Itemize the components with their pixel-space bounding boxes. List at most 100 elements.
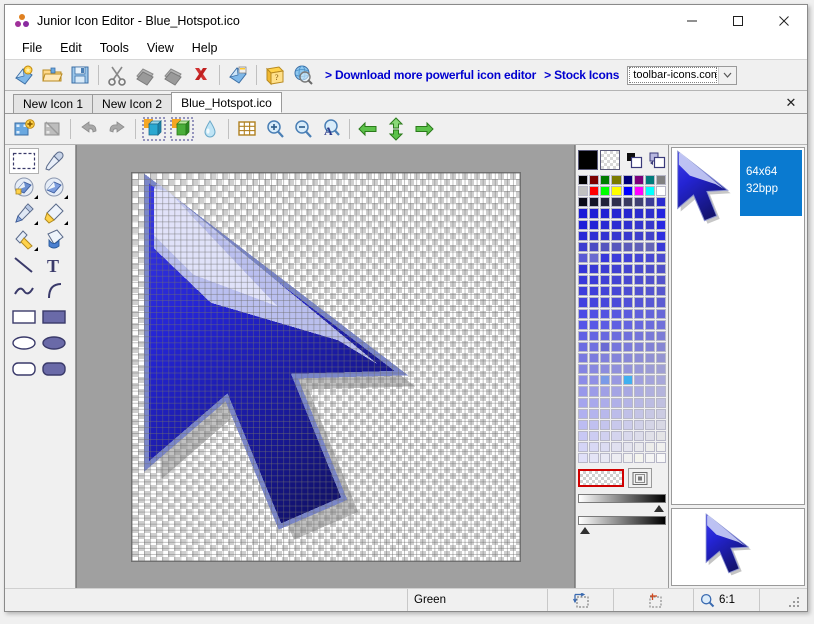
palette-color-111[interactable] (655, 319, 666, 330)
palette-color-42[interactable] (600, 230, 611, 241)
palette-color-121[interactable] (589, 341, 600, 352)
canvas-area[interactable] (76, 145, 575, 588)
palette-color-145[interactable] (589, 375, 600, 386)
palette-color-74[interactable] (600, 275, 611, 286)
palette-color-205[interactable] (633, 453, 644, 464)
palette-color-23[interactable] (655, 197, 666, 208)
palette-color-27[interactable] (611, 208, 622, 219)
palette-color-169[interactable] (589, 408, 600, 419)
palette-color-53[interactable] (633, 241, 644, 252)
close-button[interactable] (761, 5, 807, 37)
palette-color-71[interactable] (655, 264, 666, 275)
tool-ellipse-filled[interactable] (39, 330, 69, 356)
palette-color-107[interactable] (611, 319, 622, 330)
undo-button[interactable] (75, 116, 103, 142)
palette-color-160[interactable] (578, 397, 589, 408)
palette-color-155[interactable] (611, 386, 622, 397)
tool-eraser-alt[interactable] (39, 174, 69, 200)
palette-color-37[interactable] (633, 219, 644, 230)
palette-color-120[interactable] (578, 341, 589, 352)
palette-color-96[interactable] (578, 308, 589, 319)
palette-color-90[interactable] (600, 297, 611, 308)
chevron-down-icon[interactable] (718, 66, 737, 84)
pixel-canvas[interactable] (130, 171, 521, 562)
palette-color-14[interactable] (644, 186, 655, 197)
palette-color-123[interactable] (611, 341, 622, 352)
menu-help[interactable]: Help (183, 38, 227, 58)
palette-color-73[interactable] (589, 275, 600, 286)
add-image-button[interactable] (10, 116, 38, 142)
palette-color-15[interactable] (655, 186, 666, 197)
palette-color-21[interactable] (633, 197, 644, 208)
nav-vertical-button[interactable] (382, 116, 410, 142)
palette-color-34[interactable] (600, 219, 611, 230)
palette-color-77[interactable] (633, 275, 644, 286)
palette-color-189[interactable] (633, 430, 644, 441)
palette-color-100[interactable] (622, 308, 633, 319)
palette-color-29[interactable] (633, 208, 644, 219)
palette-color-108[interactable] (622, 319, 633, 330)
palette-color-94[interactable] (644, 297, 655, 308)
palette-color-206[interactable] (644, 453, 655, 464)
tool-line[interactable] (9, 252, 39, 278)
palette-color-6[interactable] (644, 175, 655, 186)
tool-text[interactable]: T (39, 252, 69, 278)
palette-color-162[interactable] (600, 397, 611, 408)
palette-color-173[interactable] (633, 408, 644, 419)
palette-color-202[interactable] (600, 453, 611, 464)
image-format-blue-button[interactable] (140, 116, 168, 142)
palette-color-190[interactable] (644, 430, 655, 441)
palette-color-203[interactable] (611, 453, 622, 464)
tool-arc[interactable] (39, 278, 69, 304)
palette-color-191[interactable] (655, 430, 666, 441)
resize-grip-icon[interactable] (787, 593, 799, 607)
new-icon-button[interactable] (10, 62, 38, 88)
delete-button[interactable] (187, 62, 215, 88)
help-topics-button[interactable]: ? (261, 62, 289, 88)
stock-icons-link[interactable]: > Stock Icons (544, 68, 619, 82)
palette-color-67[interactable] (611, 264, 622, 275)
tool-color-picker[interactable] (39, 148, 69, 174)
search-web-button[interactable] (289, 62, 317, 88)
palette-color-122[interactable] (600, 341, 611, 352)
palette-color-132[interactable] (622, 353, 633, 364)
palette-color-86[interactable] (644, 286, 655, 297)
palette-color-178[interactable] (600, 419, 611, 430)
palette-color-180[interactable] (622, 419, 633, 430)
background-color-swatch[interactable] (600, 150, 620, 170)
palette-color-187[interactable] (611, 430, 622, 441)
palette-color-151[interactable] (655, 375, 666, 386)
tab-blue-hotspot[interactable]: Blue_Hotspot.ico (171, 92, 282, 113)
palette-color-46[interactable] (644, 230, 655, 241)
minimize-button[interactable] (669, 5, 715, 37)
palette-color-44[interactable] (622, 230, 633, 241)
palette-color-166[interactable] (644, 397, 655, 408)
palette-color-115[interactable] (611, 330, 622, 341)
palette-color-36[interactable] (622, 219, 633, 230)
tool-rounded-rect-filled[interactable] (39, 356, 69, 382)
palette-color-93[interactable] (633, 297, 644, 308)
tool-rectangle-filled[interactable] (39, 304, 69, 330)
palette-color-113[interactable] (589, 330, 600, 341)
palette-color-137[interactable] (589, 364, 600, 375)
palette-color-84[interactable] (622, 286, 633, 297)
palette-color-39[interactable] (655, 219, 666, 230)
palette-color-192[interactable] (578, 442, 589, 453)
nav-right-button[interactable] (410, 116, 438, 142)
palette-color-75[interactable] (611, 275, 622, 286)
palette-color-170[interactable] (600, 408, 611, 419)
gradient-slider-top[interactable] (578, 494, 666, 513)
palette-color-168[interactable] (578, 408, 589, 419)
palette-color-88[interactable] (578, 297, 589, 308)
palette-color-197[interactable] (633, 442, 644, 453)
palette-color-87[interactable] (655, 286, 666, 297)
tool-eraser[interactable] (9, 174, 39, 200)
set-colors-icon[interactable] (626, 152, 643, 169)
palette-color-4[interactable] (622, 175, 633, 186)
palette-color-116[interactable] (622, 330, 633, 341)
palette-color-68[interactable] (622, 264, 633, 275)
palette-color-22[interactable] (644, 197, 655, 208)
transparent-color-swatch[interactable] (578, 469, 624, 488)
palette-color-47[interactable] (655, 230, 666, 241)
palette-color-95[interactable] (655, 297, 666, 308)
